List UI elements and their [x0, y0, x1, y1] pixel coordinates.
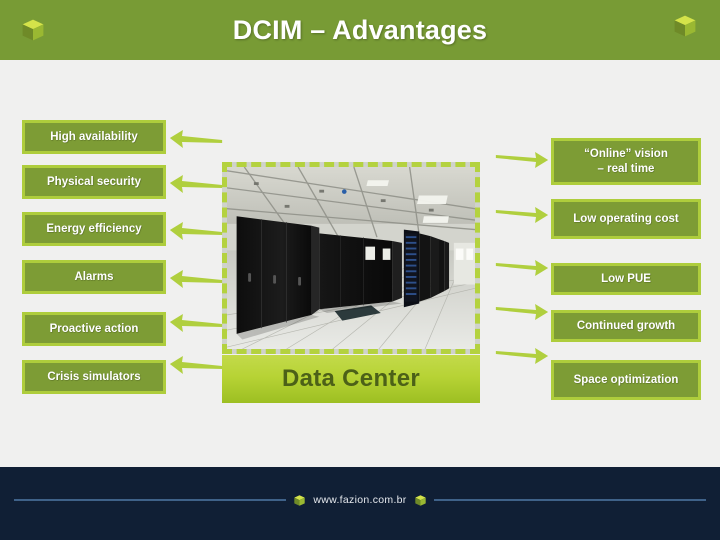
advantage-box-left-1[interactable]: Physical security: [22, 165, 166, 199]
flow-arrow-left-5: [169, 356, 223, 374]
advantage-box-right-1[interactable]: Low operating cost: [551, 199, 701, 239]
flow-arrow-right-3: [495, 304, 549, 320]
footer-divider-right: [433, 499, 706, 501]
cube-icon: [414, 494, 426, 506]
data-center-caption: Data Center: [222, 355, 480, 403]
advantage-box-right-3[interactable]: Continued growth: [551, 310, 701, 342]
cube-icon: [294, 494, 306, 506]
cube-icon: [22, 19, 44, 41]
slide-header: DCIM – Advantages: [0, 0, 720, 60]
slide-footer: www.fazion.com.br: [0, 467, 720, 540]
advantage-box-right-0[interactable]: “Online” vision – real time: [551, 138, 701, 185]
advantage-box-left-4[interactable]: Proactive action: [22, 312, 166, 346]
cube-icon: [674, 15, 696, 37]
flow-arrow-left-2: [169, 222, 223, 240]
flow-arrow-left-4: [169, 314, 223, 332]
advantage-box-left-2[interactable]: Energy efficiency: [22, 212, 166, 246]
flow-arrow-left-0: [169, 130, 223, 148]
flow-arrow-right-1: [495, 207, 549, 223]
advantage-box-left-5[interactable]: Crisis simulators: [22, 360, 166, 394]
data-center-photo: [227, 167, 475, 349]
advantage-box-right-4[interactable]: Space optimization: [551, 360, 701, 400]
footer-website-url[interactable]: www.fazion.com.br: [313, 494, 406, 506]
page-title: DCIM – Advantages: [232, 14, 488, 45]
diagram-stage: High availability Physical security Energy…: [0, 60, 720, 467]
flow-arrow-right-0: [495, 152, 549, 168]
footer-content: www.fazion.com.br: [0, 489, 720, 511]
flow-arrow-left-3: [169, 270, 223, 288]
flow-arrow-left-1: [169, 175, 223, 193]
flow-arrow-right-2: [495, 260, 549, 276]
advantage-box-left-0[interactable]: High availability: [22, 120, 166, 154]
footer-divider-left: [14, 499, 287, 501]
advantage-box-right-2[interactable]: Low PUE: [551, 263, 701, 295]
flow-arrow-right-4: [495, 348, 549, 364]
data-center-photo-frame: [222, 162, 480, 354]
advantage-box-left-3[interactable]: Alarms: [22, 260, 166, 294]
